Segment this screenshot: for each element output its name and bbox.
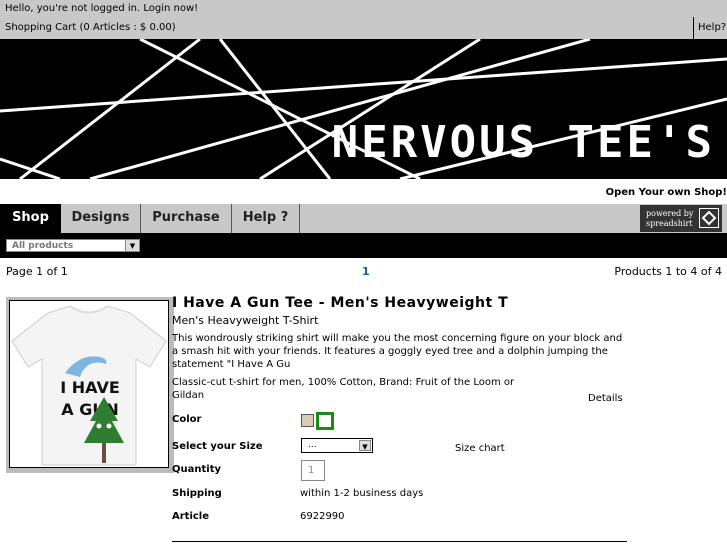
main-nav: Shop Designs Purchase Help ? powered by … — [0, 204, 727, 233]
selected-category: All products — [12, 241, 74, 251]
product-title: I Have A Gun Tee - Men's Heavyweight T — [172, 295, 509, 311]
article-number: 6922990 — [300, 511, 345, 522]
print-line-1: I HAVE — [60, 378, 120, 397]
shipping-label: Shipping — [172, 488, 222, 499]
details-link[interactable]: Details — [588, 393, 623, 404]
product-category-select[interactable]: All products ▼ — [6, 239, 140, 252]
login-status[interactable]: Hello, you're not logged in. Login now! — [5, 3, 198, 14]
divider — [172, 541, 627, 542]
tab-purchase[interactable]: Purchase — [141, 204, 232, 233]
product-subtitle: Men's Heavyweight T-Shirt — [172, 314, 319, 327]
products-count: Products 1 to 4 of 4 — [614, 265, 722, 278]
color-swatch-beige[interactable] — [301, 414, 314, 427]
quantity-label: Quantity — [172, 464, 221, 475]
size-select[interactable]: ... ▼ — [301, 438, 373, 453]
chevron-down-icon: ▼ — [359, 440, 371, 451]
page-link-1[interactable]: 1 — [362, 265, 370, 278]
color-label: Color — [172, 414, 202, 425]
article-label: Article — [172, 511, 210, 522]
powered-by-spreadshirt[interactable]: powered by spreadshirt — [640, 205, 722, 232]
tab-designs[interactable]: Designs — [61, 204, 141, 233]
product-image-frame: I HAVE A GUN — [6, 297, 174, 473]
size-chart-link[interactable]: Size chart — [455, 443, 505, 454]
product-image[interactable]: I HAVE A GUN — [9, 300, 169, 468]
tshirt-graphic: I HAVE A GUN — [11, 305, 167, 466]
color-swatch-white-selected[interactable] — [316, 412, 334, 430]
shipping-value: within 1-2 business days — [300, 488, 424, 499]
tab-shop[interactable]: Shop — [0, 204, 61, 233]
open-shop-link[interactable]: Open Your own Shop! — [606, 187, 727, 198]
filter-bar: All products ▼ — [0, 233, 727, 258]
help-link[interactable]: Help? — [693, 17, 727, 39]
shop-banner: NERVOUS TEE'S — [0, 39, 727, 179]
top-bar: Hello, you're not logged in. Login now! … — [0, 0, 727, 39]
size-value: ... — [308, 440, 317, 450]
quantity-input[interactable]: 1 — [301, 460, 325, 481]
product-description: This wondrously striking shirt will make… — [172, 333, 623, 370]
chevron-down-icon: ▼ — [125, 240, 139, 251]
shop-title: NERVOUS TEE'S — [331, 117, 715, 168]
page-indicator: Page 1 of 1 — [6, 265, 68, 278]
product-details-text: Classic-cut t-shirt for men, 100% Cotton… — [172, 377, 515, 401]
spreadshirt-logo-icon — [699, 208, 719, 228]
shopping-cart-link[interactable]: Shopping Cart (0 Articles : $ 0.00) — [5, 22, 176, 33]
size-label: Select your Size — [172, 441, 263, 452]
tab-help[interactable]: Help ? — [232, 204, 300, 233]
